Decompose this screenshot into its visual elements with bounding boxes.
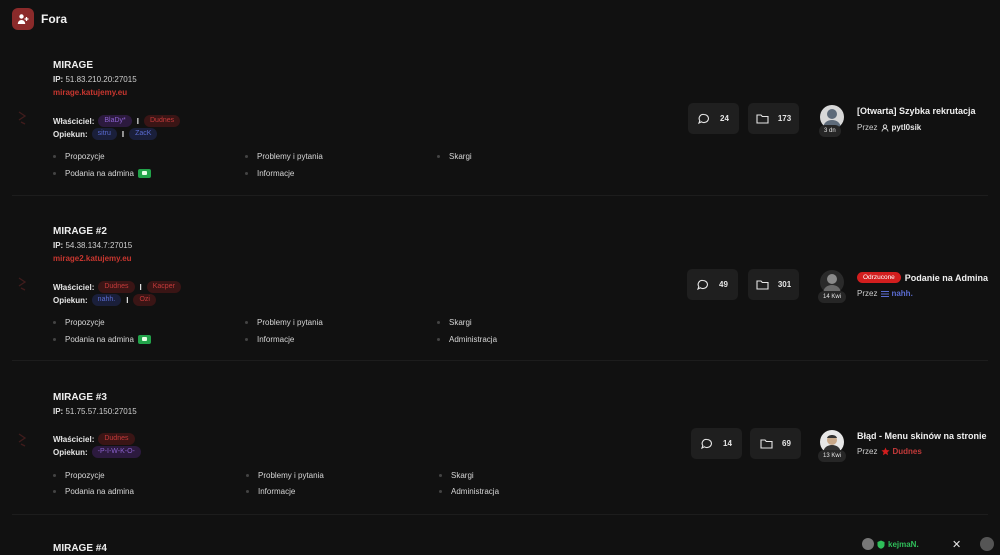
owner-label: Właściciel: <box>53 116 95 126</box>
star-icon <box>881 447 891 456</box>
last-post-title-link[interactable]: [Otwarta] Szybka rekrutacja <box>857 106 1000 116</box>
add-user-icon <box>12 8 34 30</box>
subforum-link[interactable]: Administracja <box>439 487 499 496</box>
subforum-link[interactable]: Informacje <box>246 487 295 496</box>
shield-icon <box>877 540 885 549</box>
subforum-link[interactable]: Problemy i pytania <box>245 152 323 161</box>
section-divider <box>12 360 988 361</box>
subforum-link[interactable]: Problemy i pytania <box>245 318 323 327</box>
lock-icon <box>137 335 151 344</box>
threads-count: 24 <box>688 103 739 134</box>
posts-count: 173 <box>748 103 799 134</box>
owner-user-link[interactable]: Kacper <box>146 281 181 293</box>
keeper-user-link[interactable]: Ozi <box>133 294 156 306</box>
author-user-link[interactable]: Dudnes <box>881 447 922 456</box>
subforum-link[interactable]: Skargi <box>437 152 472 161</box>
subforum-link[interactable]: Podania na admina <box>53 169 151 178</box>
keeper-label: Opiekun: <box>53 295 88 305</box>
posts-count: 69 <box>750 428 801 459</box>
owners-row: Właściciel: Dudnes <box>53 433 139 445</box>
posts-count: 301 <box>748 269 799 300</box>
subforum-link[interactable]: Skargi <box>437 318 472 327</box>
chat-icon <box>698 113 710 124</box>
forum-header: Fora <box>12 8 67 30</box>
subforum-link[interactable]: Propozycje <box>53 318 105 327</box>
server-ip: IP: 51.75.57.150:27015 <box>53 407 137 416</box>
section-divider <box>12 195 988 196</box>
forum-decoration-icon <box>18 111 27 125</box>
keeper-user-link[interactable]: sitru <box>91 128 117 140</box>
keeper-user-link[interactable]: ZacK <box>129 128 158 140</box>
subforum-link[interactable]: Problemy i pytania <box>246 471 324 480</box>
post-age: 13 Kwi <box>818 450 847 462</box>
forum-name[interactable]: MIRAGE <box>53 60 93 71</box>
last-post-title-link[interactable]: Odrzucone Podanie na Admina <box>857 272 1000 283</box>
keepers-row: Opiekun: sitru I ZacK <box>53 128 161 140</box>
keeper-user-link[interactable]: nahh. <box>91 294 122 306</box>
user-icon <box>882 123 889 132</box>
subforum-link[interactable]: Administracja <box>437 335 497 344</box>
forum-name[interactable]: MIRAGE #2 <box>53 226 107 237</box>
server-url-link[interactable]: mirage2.katujemy.eu <box>53 254 132 263</box>
keeper-label: Opiekun: <box>53 447 88 457</box>
keepers-row: Opiekun: nahh. I Ozi <box>53 294 160 306</box>
avatar <box>862 538 874 550</box>
subforum-link[interactable]: Propozycje <box>53 471 105 480</box>
subforum-link[interactable]: Informacje <box>245 169 294 178</box>
owner-user-link[interactable]: Dudnes <box>144 115 181 127</box>
keeper-user-link[interactable]: -P-I-W-K-O- <box>91 446 141 458</box>
last-post-title-link[interactable]: Błąd - Menu skinów na stronie <box>857 431 1000 441</box>
chat-icon <box>701 438 713 449</box>
folder-icon <box>756 114 769 124</box>
folder-icon <box>756 280 769 290</box>
status-badge: Odrzucone <box>857 272 901 283</box>
owners-row: Właściciel: BlaDy* I Dudnes <box>53 115 184 127</box>
folder-icon <box>760 439 773 449</box>
subforum-link[interactable]: Podania na admina <box>53 335 151 344</box>
menu-icon <box>881 290 890 297</box>
forum-name[interactable]: MIRAGE #3 <box>53 392 107 403</box>
last-post-author: Przez nahh. <box>857 289 913 298</box>
owner-user-link[interactable]: Dudnes <box>98 281 135 293</box>
avatar[interactable] <box>980 537 994 551</box>
forum-decoration-icon <box>18 277 27 291</box>
post-age: 14 Kwi <box>818 291 847 303</box>
chat-icon <box>697 279 709 290</box>
forum-name[interactable]: MIRAGE #4 <box>53 543 107 554</box>
keeper-label: Opiekun: <box>53 129 88 139</box>
owner-user-link[interactable]: Dudnes <box>98 433 135 445</box>
author-user-link[interactable]: nahh. <box>881 289 913 298</box>
last-post-author: Przez Dudnes <box>857 447 922 456</box>
threads-count: 49 <box>687 269 738 300</box>
forum-decoration-icon <box>18 433 27 447</box>
close-icon[interactable]: ✕ <box>952 538 961 551</box>
online-user[interactable]: kejmaN. <box>862 538 919 550</box>
subforum-link[interactable]: Propozycje <box>53 152 105 161</box>
owner-label: Właściciel: <box>53 282 95 292</box>
subforum-link[interactable]: Informacje <box>245 335 294 344</box>
last-post-author: Przez pytl0sik <box>857 123 922 132</box>
author-user-link[interactable]: pytl0sik <box>881 123 921 132</box>
subforum-link[interactable]: Podania na admina <box>53 487 134 496</box>
keepers-row: Opiekun: -P-I-W-K-O- <box>53 446 145 458</box>
page-title: Fora <box>41 12 68 26</box>
server-url-link[interactable]: mirage.katujemy.eu <box>53 88 127 97</box>
threads-count: 14 <box>691 428 742 459</box>
server-ip: IP: 51.83.210.20:27015 <box>53 75 137 84</box>
subforum-link[interactable]: Skargi <box>439 471 474 480</box>
owner-label: Właściciel: <box>53 434 95 444</box>
lock-icon <box>137 169 151 178</box>
server-ip: IP: 54.38.134.7:27015 <box>53 241 133 250</box>
owner-user-link[interactable]: BlaDy* <box>98 115 132 127</box>
section-divider <box>12 514 988 515</box>
owners-row: Właściciel: Dudnes I Kacper <box>53 281 185 293</box>
post-age: 3 dn <box>819 125 841 137</box>
